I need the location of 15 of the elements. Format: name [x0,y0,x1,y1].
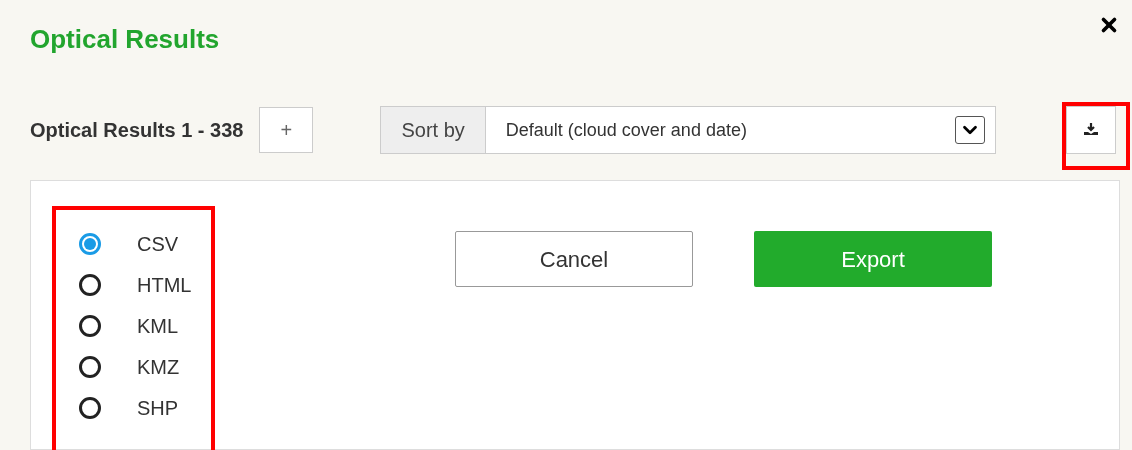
format-radio[interactable]: HTML [79,272,455,297]
sort-dropdown[interactable]: Sort by Default (cloud cover and date) [380,106,997,154]
format-radio[interactable]: SHP [79,395,455,420]
format-radio[interactable]: KMZ [79,354,455,379]
sort-value: Default (cloud cover and date) [504,118,748,142]
dropdown-chevron-icon [955,116,986,144]
download-button[interactable] [1066,106,1116,154]
dialog-title: Optical Results [30,23,220,56]
results-count: Optical Results 1 - 338 [30,118,244,143]
add-button[interactable]: + [259,107,314,153]
format-radio[interactable]: KML [79,313,455,338]
sort-label: Sort by [381,107,486,153]
cancel-button[interactable]: Cancel [455,231,693,287]
format-radio[interactable]: CSV [79,231,455,256]
download-icon [1082,122,1100,138]
